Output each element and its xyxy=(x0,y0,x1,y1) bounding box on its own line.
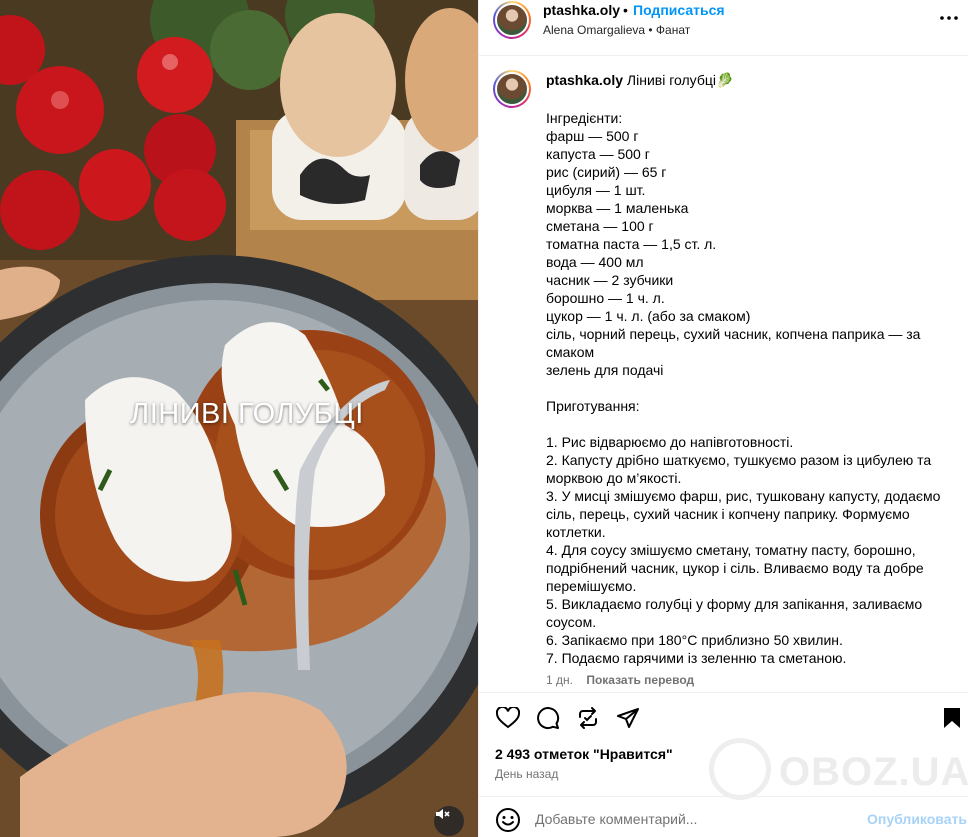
like-count[interactable]: 2 493 отметок "Нравится" xyxy=(495,746,673,762)
caption-title: Ліниві голубці xyxy=(626,72,716,88)
send-button[interactable] xyxy=(615,705,641,731)
author-avatar[interactable] xyxy=(493,1,531,39)
watermark-logo-icon xyxy=(709,738,771,800)
caption-headline: ptashka.oly Ліниві голубці🥬 xyxy=(546,72,733,89)
caption-section: ptashka.oly Ліниві голубці🥬 Інгредієнти:… xyxy=(479,57,968,693)
emoji-icon xyxy=(496,808,520,832)
post-header: ptashka.oly • Подписаться Alena Omargali… xyxy=(479,0,968,56)
watermark-text: OBOZ.UA xyxy=(779,750,968,794)
comment-button[interactable] xyxy=(535,705,561,731)
publish-button[interactable]: Опубликовать xyxy=(867,811,967,827)
post-media[interactable]: ЛІНИВІ ГОЛУБЦІ xyxy=(0,0,478,837)
show-translation-link[interactable]: Показать перевод xyxy=(586,673,694,687)
repost-button[interactable] xyxy=(575,705,601,731)
comment-input[interactable] xyxy=(535,807,855,831)
bookmark-icon xyxy=(944,708,960,728)
more-horizontal-icon xyxy=(940,16,958,20)
comment-icon xyxy=(537,707,560,730)
video-overlay-title: ЛІНИВІ ГОЛУБЦІ xyxy=(130,398,364,430)
watermark: OBOZ.UA xyxy=(689,738,968,802)
caption-text: Інгредієнти: фарш — 500 г капуста — 500 … xyxy=(546,110,941,666)
author-username[interactable]: ptashka.oly xyxy=(543,2,620,18)
emoji-button[interactable] xyxy=(495,807,521,833)
caption-author-avatar[interactable] xyxy=(493,70,531,108)
action-bar xyxy=(479,693,968,741)
send-icon xyxy=(617,708,639,728)
mute-button[interactable] xyxy=(434,806,464,836)
follow-button[interactable]: Подписаться xyxy=(633,2,725,18)
like-button[interactable] xyxy=(495,705,521,731)
post-age: 1 дн. xyxy=(546,673,573,687)
more-options-button[interactable] xyxy=(939,8,959,28)
author-subtitle: Alena Omargalieva • Фанат xyxy=(543,23,691,37)
separator-dot: • xyxy=(623,2,628,18)
caption-username[interactable]: ptashka.oly xyxy=(546,72,623,88)
comment-bar: Опубликовать xyxy=(479,796,968,837)
post-date[interactable]: День назад xyxy=(495,767,558,781)
caption-meta: 1 дн. Показать перевод xyxy=(546,673,704,687)
heart-icon xyxy=(496,707,520,729)
cabbage-emoji-icon: 🥬 xyxy=(715,72,734,88)
repost-icon xyxy=(579,707,597,729)
save-button[interactable] xyxy=(939,705,965,731)
post-details-panel: ptashka.oly • Подписаться Alena Omargali… xyxy=(478,0,968,837)
speaker-muted-icon xyxy=(436,809,450,819)
